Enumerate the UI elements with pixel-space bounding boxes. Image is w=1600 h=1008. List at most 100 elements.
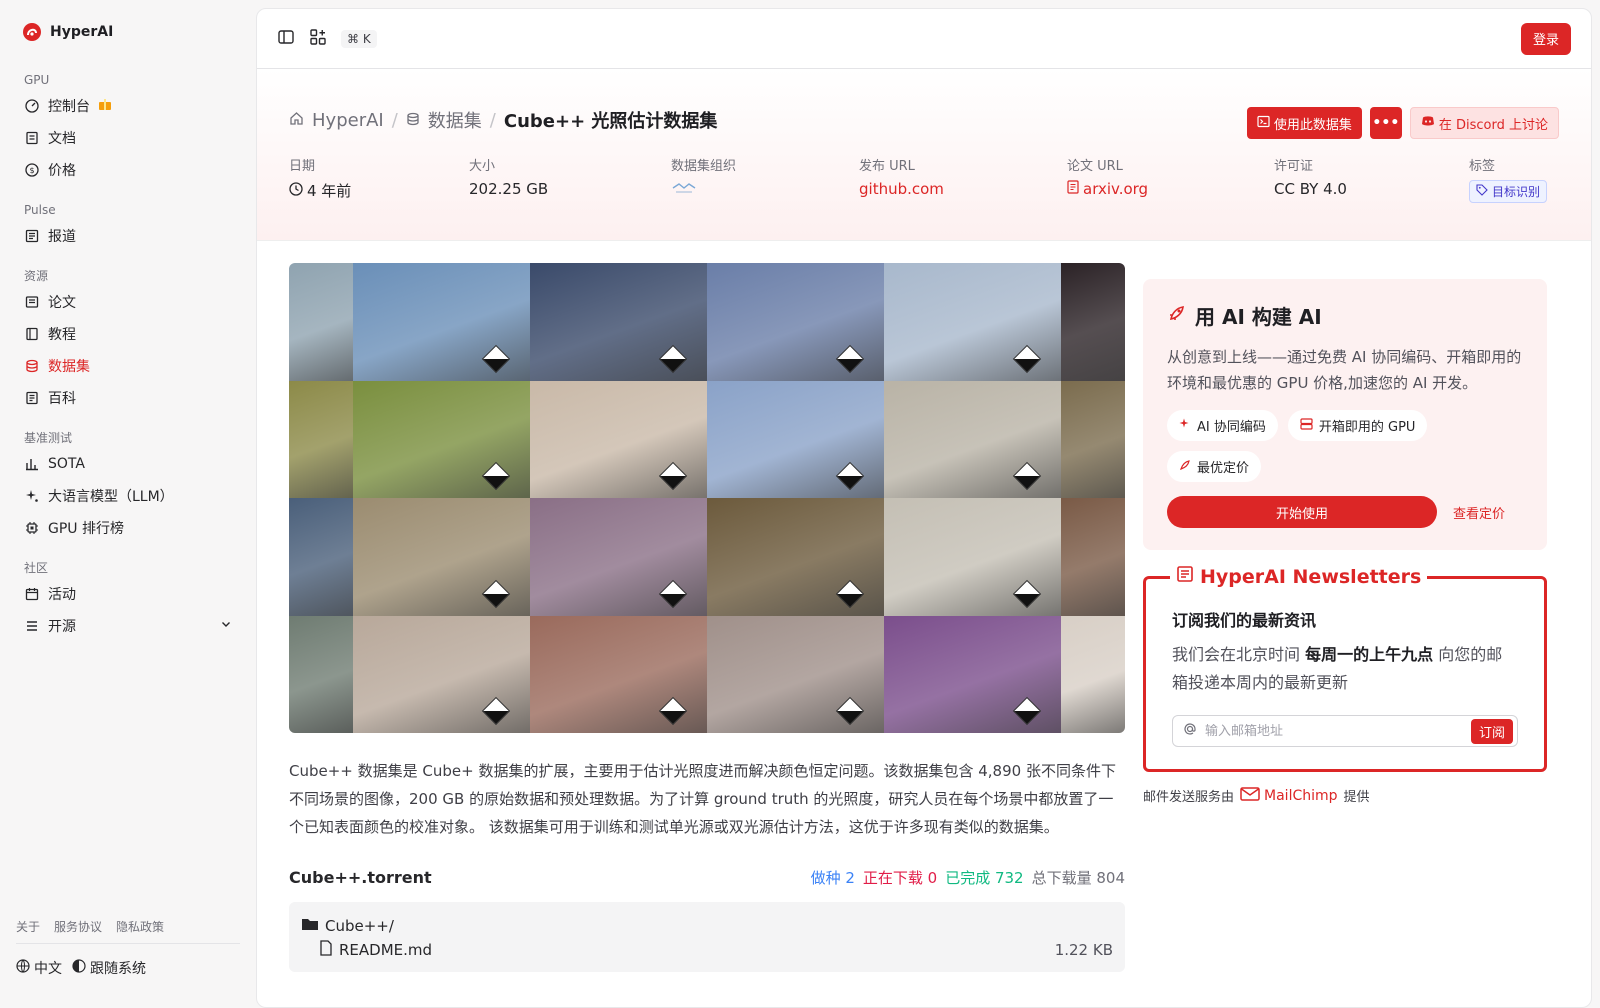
sample-image	[707, 615, 884, 733]
torrent-title[interactable]: Cube++.torrent	[289, 868, 432, 887]
sidebar-item-datasets[interactable]: 数据集	[16, 350, 240, 382]
home-icon	[289, 110, 304, 131]
meta-publish-url-label: 发布 URL	[859, 159, 915, 174]
sidebar-item-label: 控制台	[48, 99, 90, 115]
chevron-down-icon[interactable]	[220, 618, 232, 634]
footer-link-about[interactable]: 关于	[16, 918, 40, 935]
mailchimp-link[interactable]: MailChimp	[1240, 786, 1338, 805]
sidebar-item-label: 活动	[48, 587, 76, 603]
dataset-actions: 使用此数据集 ••• 在 Discord 上讨论	[1246, 107, 1559, 139]
sample-image	[1061, 615, 1125, 733]
org-logo-icon[interactable]	[671, 180, 859, 196]
paper-url-link[interactable]: arxiv.org	[1067, 180, 1274, 198]
ai-promo-title: 用 AI 构建 AI	[1167, 301, 1523, 330]
calibration-cube-icon	[658, 579, 688, 608]
feature-pill-copilot: AI 协同编码	[1167, 410, 1278, 441]
list-icon	[24, 618, 40, 634]
sidebar-toggle-icon[interactable]	[277, 28, 295, 50]
sidebar-item-papers[interactable]: 论文	[16, 286, 240, 318]
command-palette-shortcut[interactable]: ⌘ K	[341, 29, 377, 48]
sidebar-item-label: 价格	[48, 163, 76, 179]
sample-image	[353, 498, 530, 616]
sparkles-icon	[1179, 418, 1191, 434]
sample-image	[1061, 498, 1125, 616]
sidebar-item-console[interactable]: 控制台	[16, 90, 240, 122]
sample-image	[530, 263, 707, 381]
sample-image	[353, 615, 530, 733]
folder-row[interactable]: Cube++/	[301, 914, 1113, 938]
meta-size-value: 202.25 GB	[469, 180, 549, 198]
feature-pill-label: 开箱即用的 GPU	[1318, 420, 1416, 435]
get-started-button[interactable]: 开始使用	[1167, 496, 1437, 528]
language-switch[interactable]: 中文	[16, 958, 62, 978]
torrent-stats: 做种 2 正在下载 0 已完成 732 总下载量 804	[811, 867, 1125, 888]
nav-group-pulse: Pulse	[24, 203, 56, 217]
hyperai-logo-icon	[23, 23, 41, 41]
use-dataset-button[interactable]: 使用此数据集	[1246, 107, 1362, 139]
sidebar-item-open-source[interactable]: 开源	[16, 610, 240, 642]
sidebar-item-tutorials[interactable]: 教程	[16, 318, 240, 350]
sidebar-item-news[interactable]: 报道	[16, 220, 240, 252]
total-downloads: 总下载量 804	[1031, 869, 1125, 887]
gift-icon	[98, 97, 112, 115]
file-size: 1.22 KB	[1054, 941, 1113, 959]
sample-image	[884, 263, 1061, 381]
meta-license-value: CC BY 4.0	[1274, 180, 1347, 198]
sidebar-item-label: SOTA	[48, 456, 85, 472]
calibration-cube-icon	[658, 344, 688, 373]
view-pricing-link[interactable]: 查看定价	[1453, 503, 1505, 522]
meta-size: 大小 202.25 GB	[469, 155, 671, 203]
calibration-cube-icon	[835, 344, 865, 373]
mail-note-pre: 邮件发送服务由	[1143, 790, 1235, 805]
footer-link-privacy[interactable]: 隐私政策	[116, 918, 164, 935]
meta-publish-url: 发布 URL github.com	[859, 155, 1067, 203]
meta-license-label: 许可证	[1274, 159, 1314, 174]
sample-image	[884, 498, 1061, 616]
sidebar-item-wiki[interactable]: 百科	[16, 382, 240, 414]
rocket-icon	[1179, 459, 1191, 475]
topbar: ⌘ K 登录	[257, 9, 1591, 69]
footer-link-terms[interactable]: 服务协议	[54, 918, 102, 935]
sidebar-item-events[interactable]: 活动	[16, 578, 240, 610]
file-row[interactable]: README.md 1.22 KB	[301, 938, 1113, 962]
bar-chart-icon	[24, 456, 40, 472]
newsletter-legend-text: HyperAI Newsletters	[1200, 565, 1422, 588]
document-icon	[24, 130, 40, 146]
chip-icon	[24, 520, 40, 536]
meta-org-label: 数据集组织	[671, 159, 737, 174]
calendar-icon	[24, 586, 40, 602]
calibration-cube-icon	[481, 579, 511, 608]
sidebar-item-pricing[interactable]: $ 价格	[16, 154, 240, 186]
downloading-count: 正在下载 0	[862, 869, 938, 887]
theme-switch[interactable]: 跟随系统	[72, 958, 146, 978]
login-button[interactable]: 登录	[1520, 22, 1571, 55]
nav-group-resources: 资源	[24, 269, 49, 283]
apps-icon[interactable]	[309, 28, 327, 50]
email-input[interactable]	[1205, 723, 1463, 739]
sidebar-item-gpu-leaderboard[interactable]: GPU 排行榜	[16, 512, 240, 544]
encyclopedia-icon	[24, 390, 40, 406]
sidebar-item-sota[interactable]: SOTA	[16, 448, 240, 480]
page-title: Cube++ 光照估计数据集	[503, 111, 718, 132]
publish-url-link[interactable]: github.com	[859, 180, 1067, 198]
sidebar-item-label: 文档	[48, 131, 76, 147]
dataset-content: Cube++ 数据集是 Cube+ 数据集的扩展，主要用于估计光照度进而解决颜色…	[289, 263, 1125, 972]
breadcrumb-datasets[interactable]: 数据集	[428, 107, 482, 133]
sidebar-item-llm[interactable]: 大语言模型（LLM）	[16, 480, 240, 512]
more-options-button[interactable]: •••	[1369, 107, 1402, 139]
rocket-icon	[1167, 303, 1187, 328]
footer-links: 关于 服务协议 隐私政策	[16, 918, 240, 944]
dataset-sample-mosaic	[289, 263, 1125, 733]
newspaper-icon	[1176, 565, 1194, 588]
discord-button[interactable]: 在 Discord 上讨论	[1409, 107, 1559, 139]
sample-image	[1061, 380, 1125, 498]
sample-image	[1061, 263, 1125, 381]
dollar-icon: $	[24, 162, 40, 178]
brand[interactable]: HyperAI	[16, 0, 240, 64]
tag-chip[interactable]: 目标识别	[1469, 180, 1548, 203]
sidebar-item-docs[interactable]: 文档	[16, 122, 240, 154]
calibration-cube-icon	[1012, 344, 1042, 373]
feature-pill-gpu: 开箱即用的 GPU	[1287, 410, 1428, 441]
subscribe-button[interactable]: 订阅	[1470, 718, 1513, 744]
breadcrumb-home[interactable]: HyperAI	[312, 110, 384, 131]
